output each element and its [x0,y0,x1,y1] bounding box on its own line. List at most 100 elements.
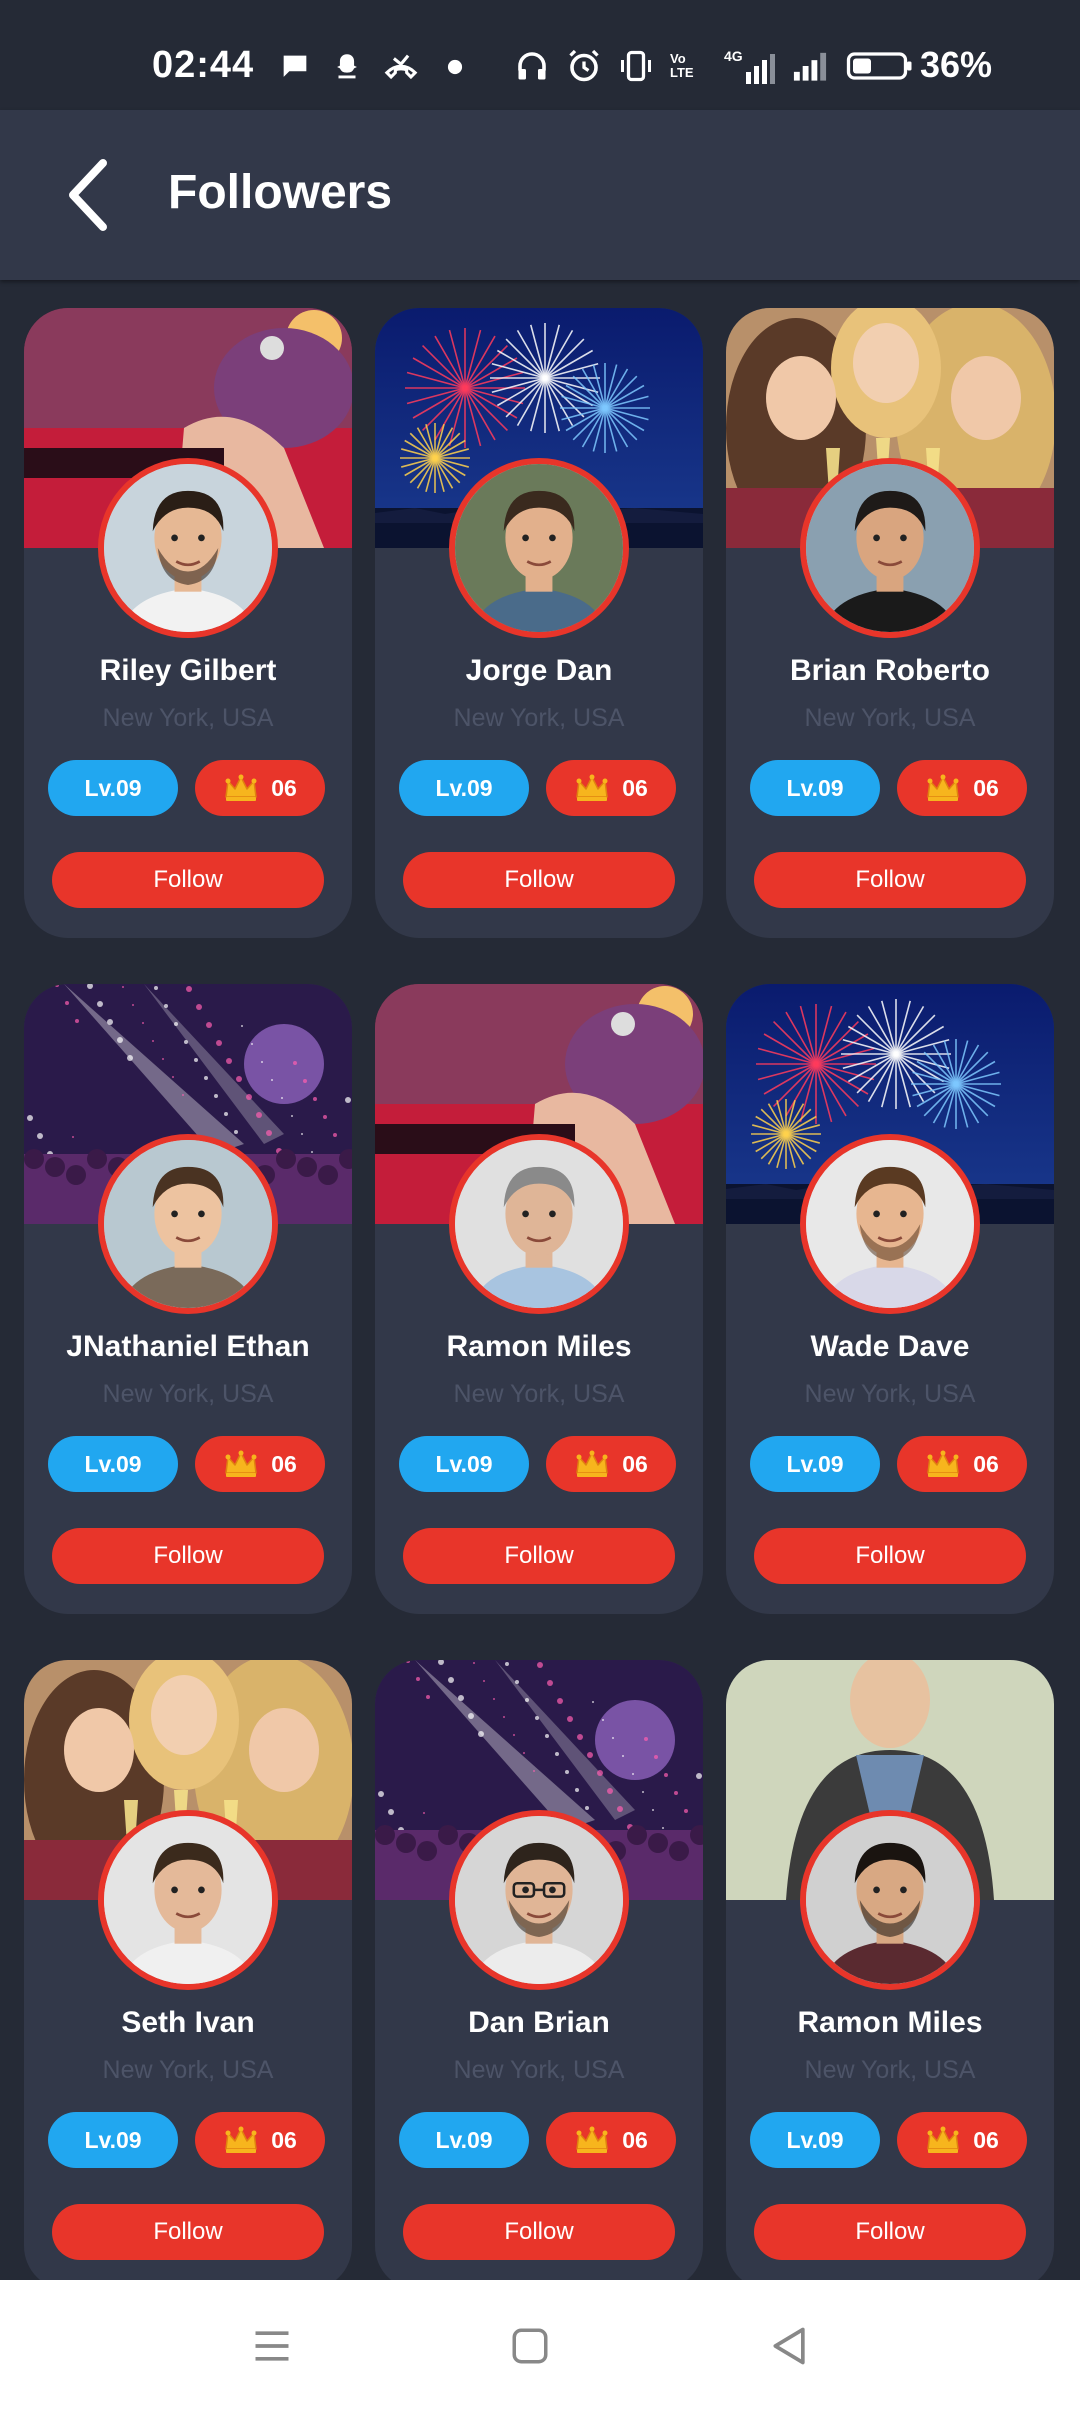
follow-button[interactable]: Follow [52,2204,324,2260]
app-header: Followers [0,110,1080,280]
crown-count: 06 [622,2126,648,2153]
back-nav-button[interactable] [760,2316,820,2376]
avatar[interactable] [800,458,980,638]
follower-card[interactable]: Ramon Miles New York, USA Lv.09 06 Follo… [375,984,703,1614]
follow-button[interactable]: Follow [403,852,675,908]
follower-location: New York, USA [804,704,976,732]
menu-icon [255,2331,289,2361]
crown-icon [927,2126,959,2153]
volte-icon: Vo LTE [670,51,694,80]
follow-button[interactable]: Follow [754,2204,1026,2260]
followers-grid: Riley Gilbert New York, USA Lv.09 06 Fol… [24,308,1056,2290]
follower-card[interactable]: Jorge Dan New York, USA Lv.09 06 Follow [375,308,703,938]
follow-button[interactable]: Follow [52,1528,324,1584]
follower-card[interactable]: Seth Ivan New York, USA Lv.09 06 Follow [24,1660,352,2290]
level-badge: Lv.09 [399,2112,529,2168]
snapchat-icon [337,54,357,79]
crown-count: 06 [622,774,648,801]
crown-badge: 06 [546,1436,676,1492]
avatar[interactable] [449,1134,629,1314]
follower-card[interactable]: JNathaniel Ethan New York, USA Lv.09 06 … [24,984,352,1614]
follower-location: New York, USA [102,704,274,732]
missed-call-icon [384,54,418,80]
follower-card[interactable]: Ramon Miles New York, USA Lv.09 06 Follo… [726,1660,1054,2290]
headphones-icon [518,52,546,80]
follower-name: JNathaniel Ethan [66,1330,310,1363]
status-time: 02:44 [152,44,255,86]
avatar[interactable] [800,1134,980,1314]
notification-icons [278,50,472,84]
crown-icon [576,1450,608,1477]
avatar[interactable] [98,1134,278,1314]
follower-location: New York, USA [804,1380,976,1408]
follower-name: Ramon Miles [797,2006,983,2039]
crown-count: 06 [271,2126,297,2153]
crown-count: 06 [622,1450,648,1477]
level-badge: Lv.09 [48,2112,178,2168]
home-button[interactable] [500,2316,560,2376]
crown-icon [225,774,257,801]
follower-card[interactable]: Dan Brian New York, USA Lv.09 06 Follow [375,1660,703,2290]
crown-badge: 06 [195,1436,325,1492]
follower-card[interactable]: Riley Gilbert New York, USA Lv.09 06 Fol… [24,308,352,938]
follower-name: Riley Gilbert [99,654,277,687]
crown-icon [927,774,959,801]
crown-count: 06 [973,774,999,801]
level-badge: Lv.09 [750,2112,880,2168]
back-arrow-icon [69,159,107,231]
home-icon [512,2328,548,2364]
avatar[interactable] [449,458,629,638]
level-badge: Lv.09 [48,1436,178,1492]
follower-location: New York, USA [453,2056,625,2084]
avatar[interactable] [449,1810,629,1990]
follow-button[interactable]: Follow [754,852,1026,908]
follower-name: Dan Brian [468,2006,610,2039]
follow-button[interactable]: Follow [403,2204,675,2260]
follower-card[interactable]: Wade Dave New York, USA Lv.09 06 Follow [726,984,1054,1614]
crown-count: 06 [973,2126,999,2153]
follow-button[interactable]: Follow [52,852,324,908]
avatar[interactable] [800,1810,980,1990]
crown-badge: 06 [546,2112,676,2168]
crown-icon [576,774,608,801]
crown-badge: 06 [897,1436,1027,1492]
follow-button[interactable]: Follow [754,1528,1026,1584]
crown-icon [225,1450,257,1477]
crown-icon [225,2126,257,2153]
avatar[interactable] [98,1810,278,1990]
level-badge: Lv.09 [399,1436,529,1492]
vibrate-icon [621,50,651,82]
crown-icon [927,1450,959,1477]
crown-badge: 06 [195,760,325,816]
signal-4g-icon: 4G [724,48,775,84]
crown-count: 06 [271,1450,297,1477]
level-badge: Lv.09 [48,760,178,816]
follower-location: New York, USA [453,1380,625,1408]
page-title: Followers [168,166,393,219]
follower-name: Seth Ivan [121,2006,255,2039]
message-icon [283,55,307,77]
crown-badge: 06 [546,760,676,816]
level-badge: Lv.09 [399,760,529,816]
follower-location: New York, USA [102,2056,274,2084]
follow-button[interactable]: Follow [403,1528,675,1584]
crown-count: 06 [271,774,297,801]
follower-card[interactable]: Brian Roberto New York, USA Lv.09 06 Fol… [726,308,1054,938]
crown-count: 06 [973,1450,999,1477]
avatar[interactable] [98,458,278,638]
back-button[interactable] [48,155,128,235]
follower-name: Jorge Dan [465,654,613,687]
battery-percent: 36% [920,44,993,85]
dot-icon [447,59,463,75]
recent-apps-button[interactable] [242,2316,302,2376]
crown-icon [576,2126,608,2153]
back-icon [773,2327,805,2365]
follower-name: Ramon Miles [446,1330,632,1363]
follower-location: New York, USA [453,704,625,732]
status-bar: 02:44 Vo LTE 4G 36% [0,0,1080,110]
signal-icon [793,52,826,81]
level-badge: Lv.09 [750,760,880,816]
crown-badge: 06 [195,2112,325,2168]
follower-name: Brian Roberto [789,654,990,687]
level-badge: Lv.09 [750,1436,880,1492]
